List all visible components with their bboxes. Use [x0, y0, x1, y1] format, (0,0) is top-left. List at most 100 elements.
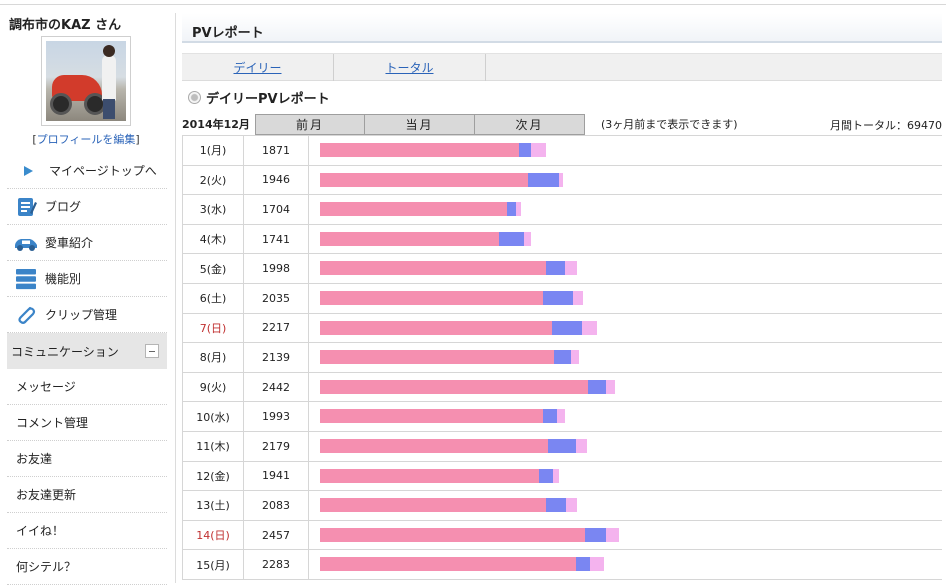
pv-bar-segment-main — [320, 557, 577, 572]
bar-cell — [309, 195, 942, 224]
pv-bar-segment-mid — [538, 468, 553, 483]
pv-bar-segment-mid — [527, 172, 560, 187]
pv-bar-segment-main — [320, 468, 539, 483]
bar-cell — [309, 314, 942, 343]
next-month-button[interactable]: 次月 — [475, 113, 585, 135]
menu-item-blog[interactable]: ブログ — [7, 189, 167, 225]
day-cell: 11(木) — [182, 431, 244, 461]
pv-bar-segment-tail — [565, 261, 578, 276]
triangle-right-icon — [21, 160, 35, 182]
pv-bar — [320, 527, 620, 542]
section-title-text: デイリーPVレポート — [206, 91, 330, 107]
current-month-button[interactable]: 当月 — [365, 113, 475, 135]
column-divider — [175, 13, 176, 583]
bar-cell — [309, 521, 942, 550]
bar-cell — [309, 343, 942, 372]
menu-item-friends-update[interactable]: お友達更新 — [7, 477, 167, 513]
menu-item-friends[interactable]: お友達 — [7, 441, 167, 477]
menu-item-message[interactable]: メッセージ — [7, 369, 167, 405]
pv-bar-segment-tail — [559, 172, 564, 187]
bar-cell — [309, 462, 942, 491]
day-cell: 2(火) — [182, 165, 244, 195]
table-row: 15(月) 2283 — [182, 550, 942, 580]
pv-bar — [320, 231, 531, 246]
pv-cell: 1704 — [244, 195, 309, 224]
avatar-frame[interactable] — [41, 36, 131, 126]
menu-item-comment[interactable]: コメント管理 — [7, 405, 167, 441]
pv-bar — [320, 498, 577, 513]
menu-label-what: 何シテル？ — [16, 560, 77, 574]
menu-label-message: メッセージ — [16, 380, 76, 394]
pv-bar-segment-main — [320, 143, 519, 157]
profile-edit-link[interactable]: プロフィールを編集 — [37, 133, 136, 146]
pv-bar-segment-main — [320, 320, 553, 335]
pv-bar-segment-main — [320, 379, 588, 394]
prev-month-button[interactable]: 前月 — [255, 113, 365, 135]
sidebar: 調布市のKAZ さん [プロフィールを編集] マイページトップへ ブログ 愛車紹… — [0, 6, 172, 585]
menu-label-clip: クリップ管理 — [45, 308, 118, 322]
pv-bar-segment-tail — [572, 290, 584, 305]
menu-item-what[interactable]: 何シテル？ — [7, 549, 167, 585]
main-content: PVレポート デイリー トータル デイリーPVレポート 2014年12月 前月 … — [182, 13, 942, 580]
side-menu: マイページトップへ ブログ 愛車紹介 機能別 クリップ管理 コミュニケーション … — [7, 153, 167, 585]
day-cell: 9(火) — [182, 372, 244, 402]
pv-bar-segment-mid — [548, 438, 577, 453]
pv-cell: 2179 — [244, 431, 309, 461]
month-nav: 2014年12月 前月 当月 次月 (3ヶ月前まで表示できます) 月間トータル：… — [182, 113, 942, 135]
tab-daily[interactable]: デイリー — [182, 54, 334, 81]
pv-cell: 1946 — [244, 165, 309, 195]
pv-bar-segment-mid — [499, 231, 524, 246]
pv-bar-segment-tail — [576, 438, 587, 453]
table-row: 2(火) 1946 — [182, 165, 942, 196]
bar-cell — [309, 373, 942, 402]
menu-item-like[interactable]: イイね！ — [7, 513, 167, 549]
pv-bar-segment-tail — [552, 468, 559, 483]
profile-edit-row: [プロフィールを編集] — [0, 131, 172, 147]
tab-total[interactable]: トータル — [334, 54, 486, 81]
menu-item-clip[interactable]: クリップ管理 — [7, 297, 167, 333]
pv-bar-segment-tail — [606, 527, 620, 542]
pv-bar-segment-tail — [516, 202, 521, 217]
menu-label-car: 愛車紹介 — [45, 236, 94, 250]
menu-item-car[interactable]: 愛車紹介 — [7, 225, 167, 261]
section-title: デイリーPVレポート — [182, 81, 942, 113]
bar-cell — [309, 225, 942, 254]
menu-label-friends: お友達 — [16, 452, 53, 466]
bar-cell — [309, 136, 942, 165]
pv-bar-segment-mid — [545, 261, 566, 276]
pv-bar-segment-main — [320, 202, 508, 217]
bar-cell — [309, 166, 942, 195]
pv-cell: 2217 — [244, 313, 309, 343]
menu-item-mypage-top[interactable]: マイページトップへ — [7, 153, 167, 189]
pv-bar — [320, 557, 604, 572]
day-cell: 10(水) — [182, 402, 244, 431]
user-name: 調布市のKAZ さん — [9, 18, 122, 33]
table-row: 6(土) 2035 — [182, 283, 942, 314]
pv-bar-segment-tail — [530, 143, 547, 157]
day-cell: 4(木) — [182, 224, 244, 254]
pv-bar-segment-tail — [557, 409, 566, 424]
table-row: 3(水) 1704 — [182, 195, 942, 225]
day-cell: 1(月) — [182, 136, 244, 165]
bullet-circle-icon — [188, 90, 201, 104]
menu-item-features[interactable]: 機能別 — [7, 261, 167, 297]
pv-bar-segment-tail — [523, 231, 531, 246]
table-row: 9(火) 2442 — [182, 372, 942, 403]
day-cell: 15(月) — [182, 550, 244, 579]
pv-bar-segment-mid — [543, 409, 558, 424]
pv-bar-segment-tail — [590, 557, 604, 572]
pv-bar — [320, 290, 584, 305]
collapse-icon[interactable] — [145, 344, 159, 358]
bar-cell — [309, 432, 942, 461]
table-row: 11(木) 2179 — [182, 431, 942, 462]
pv-bar-segment-main — [320, 498, 547, 513]
pv-cell: 2035 — [244, 283, 309, 313]
pv-bar — [320, 261, 578, 276]
list-icon — [13, 268, 39, 290]
pv-bar-segment-mid — [519, 143, 531, 157]
communication-label: コミュニケーション — [11, 344, 119, 359]
avatar[interactable] — [46, 41, 126, 121]
notice-text: (3ヶ月前まで表示できます) — [601, 118, 738, 131]
pv-bar — [320, 468, 559, 483]
communication-header[interactable]: コミュニケーション — [7, 333, 167, 369]
